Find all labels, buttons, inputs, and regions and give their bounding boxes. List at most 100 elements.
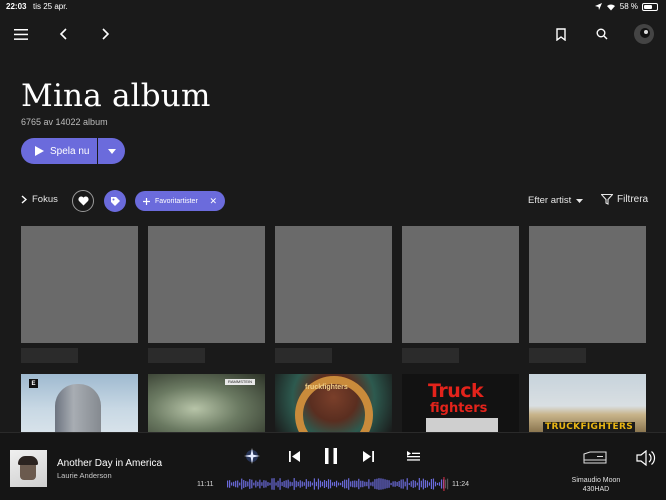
- chip-label: Favoritartister: [155, 197, 198, 205]
- forward-icon[interactable]: [98, 26, 114, 42]
- waveform-bar: [414, 480, 416, 488]
- cover-art: [55, 384, 101, 432]
- waveform-bar: [440, 479, 443, 489]
- album-placeholder[interactable]: [275, 226, 392, 343]
- album-cover[interactable]: RAMMSTEIN: [148, 374, 265, 432]
- album-cover[interactable]: fruckfighters: [275, 374, 392, 432]
- waveform-bar: [253, 482, 255, 486]
- waveform-bar: [438, 482, 441, 486]
- menu-icon[interactable]: [13, 26, 29, 42]
- wifi-icon: [606, 3, 615, 11]
- waveform-bar: [327, 479, 330, 489]
- track-title[interactable]: Another Day in America: [57, 458, 162, 469]
- album-placeholder[interactable]: [402, 226, 519, 343]
- waveform-bar: [283, 480, 285, 488]
- waveform-bar: [315, 481, 317, 487]
- playhead: [443, 477, 445, 491]
- waveform-bar: [372, 481, 374, 487]
- waveform-bar: [338, 482, 340, 486]
- album-placeholder[interactable]: [148, 226, 265, 343]
- waveform-bar: [311, 482, 313, 486]
- focus-toggle[interactable]: Fokus: [21, 194, 58, 205]
- waveform-bar: [323, 479, 326, 489]
- waveform-bar: [265, 480, 267, 488]
- play-now-button[interactable]: Spela nu: [21, 138, 97, 164]
- bookmark-icon[interactable]: [553, 26, 569, 42]
- caret-down-icon: [576, 198, 584, 203]
- waveform-bar: [229, 480, 231, 488]
- next-icon[interactable]: [361, 449, 375, 463]
- waveform-bar: [299, 480, 301, 488]
- cover-title: TRUCKFIGHTERS: [543, 422, 635, 432]
- waveform-bar: [301, 481, 303, 487]
- waveform-bar: [384, 479, 386, 489]
- waveform-bar: [430, 479, 433, 489]
- waveform-bar: [259, 479, 261, 489]
- search-icon[interactable]: [594, 26, 610, 42]
- now-playing-cover[interactable]: [10, 450, 47, 487]
- focus-label: Fokus: [32, 194, 58, 205]
- sparkle-icon[interactable]: [243, 447, 261, 465]
- waveform-bar: [293, 478, 295, 490]
- waveform-bar: [356, 480, 358, 488]
- waveform-bar: [376, 478, 378, 490]
- waveform-bar: [352, 480, 354, 488]
- waveform-bar: [255, 480, 257, 488]
- waveform-bar: [243, 480, 245, 488]
- waveform-bar: [321, 481, 324, 487]
- waveform-bar: [434, 481, 437, 487]
- play-options-button[interactable]: [98, 138, 125, 164]
- track-artist[interactable]: Laurie Anderson: [57, 471, 112, 480]
- pause-icon[interactable]: [322, 447, 340, 465]
- album-placeholder[interactable]: [21, 226, 138, 343]
- waveform-bar: [378, 478, 380, 490]
- waveform-bar: [279, 478, 281, 490]
- tag-filter-button[interactable]: [104, 190, 126, 212]
- waveform-bar: [360, 480, 362, 488]
- output-device[interactable]: Simaudio Moon 430HAD: [566, 476, 626, 494]
- waveform-bar: [303, 482, 305, 486]
- waveform-bar: [289, 481, 291, 487]
- waveform-bar: [269, 482, 271, 486]
- waveform-bar: [297, 481, 299, 487]
- waveform-bar: [382, 478, 384, 490]
- previous-icon[interactable]: [287, 449, 301, 463]
- waveform-bar: [432, 478, 435, 490]
- close-icon[interactable]: ✕: [209, 196, 217, 207]
- waveform-bar: [317, 478, 320, 490]
- waveform-bar: [446, 478, 449, 490]
- waveform-bar: [235, 480, 237, 488]
- waveform-bar: [428, 482, 431, 486]
- favorite-artists-chip[interactable]: Favoritartister ✕: [135, 191, 225, 211]
- device-icon[interactable]: [582, 450, 608, 466]
- volume-icon[interactable]: [635, 449, 657, 467]
- sort-dropdown[interactable]: Efter artist: [528, 195, 584, 206]
- waveform-bar: [329, 479, 332, 489]
- album-caption-placeholder: [21, 348, 78, 363]
- album-cover[interactable]: Truck fighters: [402, 374, 519, 432]
- device-name: Simaudio Moon: [571, 477, 621, 484]
- waveform-bar: [444, 479, 447, 489]
- total-time: 11:24: [452, 481, 469, 488]
- plus-icon: [143, 197, 150, 205]
- album-cover[interactable]: E: [21, 374, 138, 432]
- waveform-bar: [237, 480, 239, 488]
- waveform-bar: [309, 481, 311, 487]
- favorites-filter-button[interactable]: [72, 190, 94, 212]
- avatar[interactable]: [634, 24, 654, 44]
- back-icon[interactable]: [55, 26, 71, 42]
- album-cover[interactable]: TRUCKFIGHTERS: [529, 374, 646, 432]
- album-placeholder[interactable]: [529, 226, 646, 343]
- filter-button[interactable]: Filtrera: [601, 194, 648, 205]
- waveform-scrubber[interactable]: [227, 477, 449, 491]
- device-model: 430HAD: [582, 486, 610, 493]
- cover-art: [426, 418, 498, 432]
- location-icon: [594, 2, 602, 10]
- cover-band-name: RAMMSTEIN: [225, 379, 255, 385]
- waveform-bar: [305, 479, 307, 489]
- waveform-bar: [362, 480, 364, 488]
- waveform-bar: [239, 482, 241, 486]
- waveform-bar: [374, 479, 376, 489]
- queue-icon[interactable]: [406, 449, 420, 463]
- filter-label: Filtrera: [617, 194, 649, 205]
